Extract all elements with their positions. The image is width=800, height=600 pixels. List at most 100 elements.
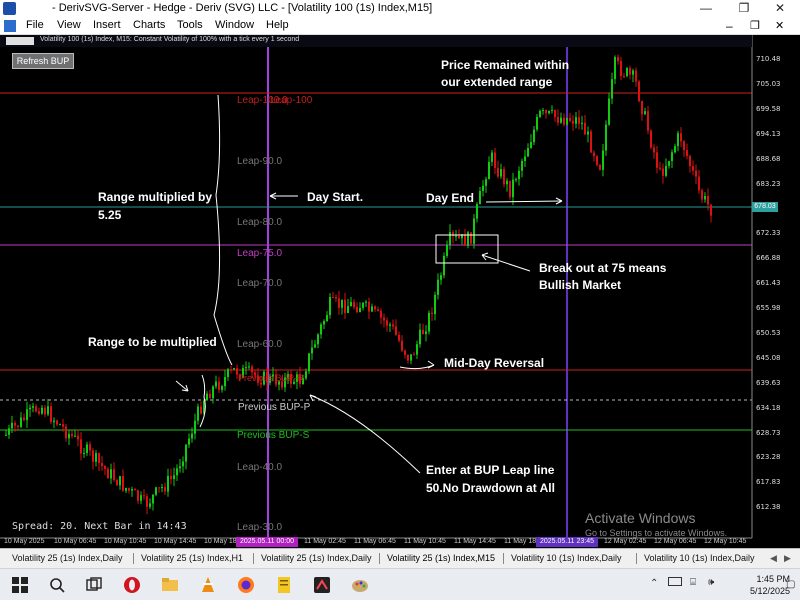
candle-body xyxy=(458,235,460,239)
menu-window[interactable]: Window xyxy=(215,19,254,31)
candle-body xyxy=(575,117,577,124)
menu-insert[interactable]: Insert xyxy=(93,19,121,31)
time-axis-label: 12 May 10:45 xyxy=(704,538,747,545)
candle-body xyxy=(86,444,88,453)
candle-body xyxy=(377,309,379,311)
tab-chart-5[interactable]: Volatility 10 (1s) Index,Daily xyxy=(511,553,622,563)
volume-icon[interactable]: 🕪 xyxy=(708,577,714,588)
annotation-breakout-1: Break out at 75 means xyxy=(539,261,667,275)
window-title: - DerivSVG-Server - Hedge - Deriv (SVG) … xyxy=(52,2,433,14)
candle-body xyxy=(548,110,550,114)
candle-body xyxy=(563,117,565,125)
file-explorer-icon[interactable] xyxy=(160,575,180,595)
candle-body xyxy=(707,196,709,205)
highlight-time-2: 2025.05.11 23:45 xyxy=(536,537,598,547)
candle-body xyxy=(647,111,649,131)
menu-charts[interactable]: Charts xyxy=(133,19,165,31)
candle-body xyxy=(590,131,592,153)
annotation-price-remained-2: our extended range xyxy=(441,75,553,89)
menu-file[interactable]: File xyxy=(26,19,44,31)
time-axis-label: 11 May 02:45 xyxy=(304,538,346,545)
task-view-icon[interactable] xyxy=(84,575,104,595)
time-axis-label: 11 May 18 xyxy=(504,538,537,545)
tabs-scroll-left-icon[interactable]: ◀ xyxy=(770,553,777,564)
deriv-mt5-icon[interactable] xyxy=(312,575,332,595)
minimize-button[interactable]: — xyxy=(688,0,724,17)
candle-body xyxy=(113,469,115,481)
candle-body xyxy=(677,133,679,147)
tab-chart-4[interactable]: Volatility 25 (1s) Index,M15 xyxy=(387,553,495,563)
candle-body xyxy=(59,424,61,426)
candle-body xyxy=(536,116,538,130)
candle-body xyxy=(140,495,142,501)
battery-icon[interactable] xyxy=(668,577,682,586)
candle-body xyxy=(206,393,208,401)
candle-body xyxy=(623,75,625,77)
tab-chart-3[interactable]: Volatility 25 (1s) Index,Daily xyxy=(261,553,372,563)
spread-text: Spread: 20. Next Bar in 14:43 xyxy=(12,521,187,532)
candle-body xyxy=(95,453,97,462)
candle-body xyxy=(593,152,595,157)
tabs-scroll-right-icon[interactable]: ▶ xyxy=(784,553,791,564)
candle-body xyxy=(482,185,484,191)
candle-body xyxy=(416,344,418,355)
chart-minimize-button[interactable]: – xyxy=(726,19,733,33)
candle-body xyxy=(104,466,106,469)
windows-start-icon[interactable] xyxy=(10,575,30,595)
candle-body xyxy=(317,334,319,345)
candle-body xyxy=(410,354,412,361)
candle-body xyxy=(224,377,226,387)
price-axis-label: 623.28 xyxy=(756,453,781,462)
candle-body xyxy=(386,320,388,326)
candle-body xyxy=(17,425,19,427)
tab-chart-2[interactable]: Volatility 25 (1s) Index,H1 xyxy=(141,553,243,563)
candle-body xyxy=(188,438,190,445)
chart-close-button[interactable]: ✕ xyxy=(775,19,784,32)
candle-body xyxy=(311,347,313,354)
price-chart[interactable] xyxy=(0,35,800,548)
menu-tools[interactable]: Tools xyxy=(177,19,203,31)
search-icon[interactable] xyxy=(47,575,67,595)
candle-body xyxy=(614,57,616,80)
restore-button[interactable]: ❐ xyxy=(726,0,762,17)
chart-restore-button[interactable]: ❐ xyxy=(750,19,760,32)
vlc-icon[interactable] xyxy=(198,575,218,595)
candle-body xyxy=(413,354,415,356)
candle-body xyxy=(662,168,664,176)
candle-body xyxy=(344,299,346,313)
candle-body xyxy=(671,152,673,162)
price-axis-label: 634.18 xyxy=(756,403,781,412)
taskbar-date: 5/12/2025 xyxy=(749,586,790,596)
tab-chart-1[interactable]: Volatility 25 (1s) Index,Daily xyxy=(12,553,123,563)
close-button[interactable]: ✕ xyxy=(762,0,798,17)
menu-help[interactable]: Help xyxy=(266,19,289,31)
tab-chart-6[interactable]: Volatility 10 (1s) Index,Daily xyxy=(644,553,755,563)
candle-body xyxy=(146,496,148,507)
level-leap-90-label: Leap-90.0 xyxy=(237,156,283,167)
candle-body xyxy=(404,350,406,355)
candle-body xyxy=(176,468,178,476)
price-axis-label: 694.13 xyxy=(756,129,781,138)
firefox-icon[interactable] xyxy=(236,575,256,595)
tray-chevron-icon[interactable]: ⌃ xyxy=(650,578,658,589)
candle-body xyxy=(125,488,127,491)
title-bar: - DerivSVG-Server - Hedge - Deriv (SVG) … xyxy=(0,0,800,17)
time-axis-label: 10 May 2025 xyxy=(4,538,45,545)
annotation-price-remained-1: Price Remained within xyxy=(441,58,570,72)
paint-icon[interactable] xyxy=(350,575,370,595)
notifications-icon[interactable]: ▢ xyxy=(786,579,795,590)
network-icon[interactable]: ⌸ xyxy=(690,577,696,588)
taskbar-clock[interactable]: 1:45 PM 5/12/2025 xyxy=(750,573,790,597)
price-axis-label: 661.43 xyxy=(756,279,781,288)
chart-area[interactable]: Volatility 100 (1s) Index, M15: Constant… xyxy=(0,35,800,548)
candle-body xyxy=(506,180,508,185)
candle-body xyxy=(467,232,469,246)
notes-app-icon[interactable] xyxy=(274,575,294,595)
opera-icon[interactable] xyxy=(122,575,142,595)
candle-body xyxy=(137,490,139,501)
time-axis-label: 10 May 06:45 xyxy=(54,538,97,545)
menu-view[interactable]: View xyxy=(57,19,81,31)
candle-body xyxy=(11,422,13,429)
refresh-bup-button[interactable]: Refresh BUP xyxy=(12,53,74,69)
annotation-day-start: Day Start. xyxy=(307,190,364,204)
